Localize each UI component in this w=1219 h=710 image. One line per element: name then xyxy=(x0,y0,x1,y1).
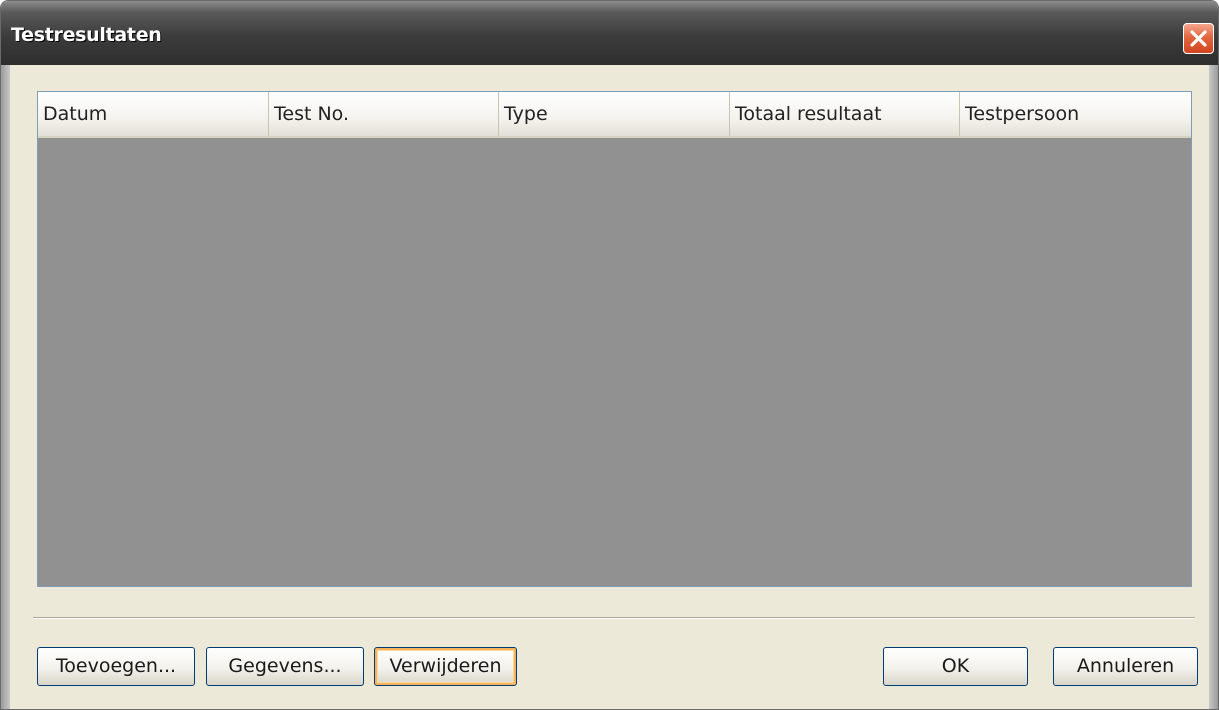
delete-button[interactable]: Verwijderen xyxy=(374,647,517,686)
column-header-test-no[interactable]: Test No. xyxy=(269,92,499,136)
column-header-testpersoon[interactable]: Testpersoon xyxy=(960,92,1191,136)
window-border-right xyxy=(1209,65,1218,709)
title-bar[interactable]: Testresultaten xyxy=(1,1,1218,65)
column-header-type[interactable]: Type xyxy=(499,92,730,136)
window-border-left xyxy=(1,65,10,709)
close-icon xyxy=(1190,30,1207,47)
column-header-totaal-resultaat[interactable]: Totaal resultaat xyxy=(730,92,960,136)
ok-button[interactable]: OK xyxy=(883,647,1028,686)
details-button[interactable]: Gegevens... xyxy=(206,647,364,686)
table-header: Datum Test No. Type Totaal resultaat Tes… xyxy=(38,92,1191,138)
cancel-button[interactable]: Annuleren xyxy=(1053,647,1198,686)
results-table[interactable]: Datum Test No. Type Totaal resultaat Tes… xyxy=(37,91,1192,587)
table-body[interactable] xyxy=(38,138,1191,586)
column-header-datum[interactable]: Datum xyxy=(38,92,269,136)
add-button[interactable]: Toevoegen... xyxy=(37,647,195,686)
close-button[interactable] xyxy=(1183,23,1214,54)
window-title: Testresultaten xyxy=(11,24,162,46)
dialog-window: Testresultaten Datum Test No. Type Totaa… xyxy=(0,0,1219,710)
divider xyxy=(33,617,1195,619)
dialog-content: Datum Test No. Type Totaal resultaat Tes… xyxy=(10,65,1209,709)
